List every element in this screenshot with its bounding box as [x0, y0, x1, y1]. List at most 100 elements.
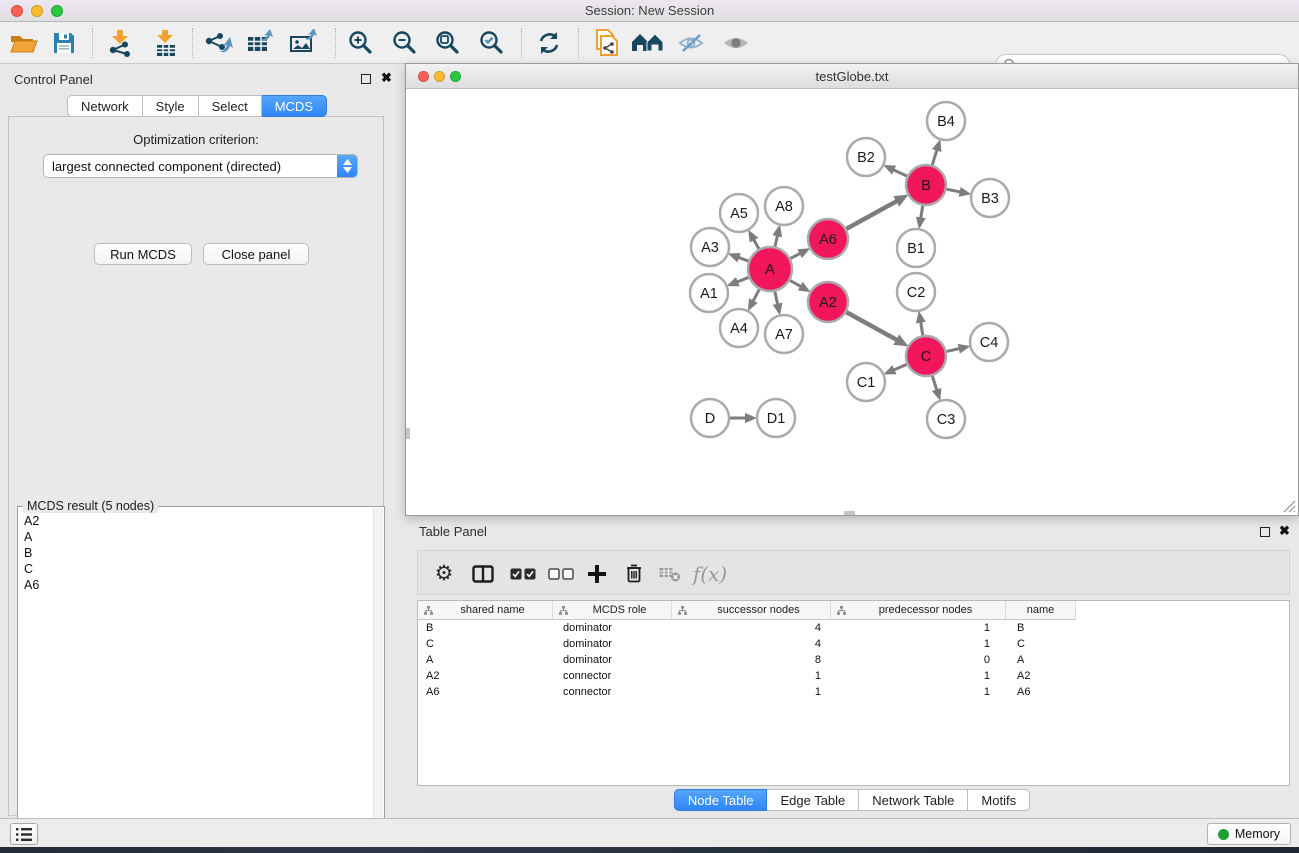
column-header-predecessor-nodes[interactable]: predecessor nodes: [831, 601, 1006, 620]
table-cell[interactable]: 4: [672, 636, 831, 652]
split-columns-icon[interactable]: [468, 551, 498, 596]
export-table-icon[interactable]: [243, 27, 279, 59]
network-canvas[interactable]: AA1A2A3A4A5A6A7A8BB1B2B3B4CC1C2C3C4DD1: [406, 89, 1298, 515]
import-network-icon[interactable]: [103, 27, 139, 59]
table-cell[interactable]: 1: [831, 668, 1006, 684]
table-cell[interactable]: A6: [1006, 684, 1076, 700]
graph-node-A3[interactable]: A3: [691, 228, 729, 266]
table-cell[interactable]: 8: [672, 652, 831, 668]
tab-mcds[interactable]: MCDS: [262, 95, 327, 117]
table-cell[interactable]: dominator: [553, 652, 672, 668]
graph-node-C3[interactable]: C3: [927, 400, 965, 438]
table-cell[interactable]: 1: [672, 684, 831, 700]
horizontal-scroll-thumb[interactable]: [844, 511, 855, 515]
table-cell[interactable]: A: [1006, 652, 1076, 668]
zoom-selected-icon[interactable]: [474, 27, 510, 59]
homes-icon[interactable]: [630, 27, 666, 59]
tab-network[interactable]: Network: [67, 95, 143, 117]
edge-C-C3[interactable]: [932, 376, 937, 390]
show-all-icon[interactable]: [718, 27, 754, 59]
graph-node-B4[interactable]: B4: [927, 102, 965, 140]
table-cell[interactable]: A2: [1006, 668, 1076, 684]
resize-grip-icon[interactable]: [1283, 500, 1296, 513]
table-cell[interactable]: connector: [553, 684, 672, 700]
edge-C-C2[interactable]: [921, 322, 923, 336]
table-row[interactable]: A6connector11A6: [418, 684, 1289, 700]
graph-node-C4[interactable]: C4: [970, 323, 1008, 361]
graph-node-B[interactable]: B: [906, 165, 946, 205]
edge-B-B3[interactable]: [947, 189, 961, 192]
close-panel-button[interactable]: Close panel: [203, 243, 309, 265]
edge-B-B4[interactable]: [932, 150, 937, 165]
delete-table-icon[interactable]: [655, 551, 685, 596]
add-column-icon[interactable]: [582, 551, 612, 596]
table-row[interactable]: Bdominator41B: [418, 620, 1289, 636]
edge-A-A8[interactable]: [775, 235, 778, 246]
table-cell[interactable]: C: [418, 636, 553, 652]
graph-node-D[interactable]: D: [691, 399, 729, 437]
close-table-panel-icon[interactable]: ✖: [1279, 526, 1290, 536]
float-table-panel-icon[interactable]: [1260, 527, 1270, 537]
edge-B-B2[interactable]: [893, 170, 907, 176]
mcds-result-item[interactable]: A2: [20, 513, 372, 529]
edge-A6-B[interactable]: [846, 201, 897, 229]
edge-A2-C[interactable]: [846, 312, 897, 340]
graph-node-B2[interactable]: B2: [847, 138, 885, 176]
edge-A-A3[interactable]: [738, 257, 748, 261]
table-cell[interactable]: dominator: [553, 620, 672, 636]
graph-node-C[interactable]: C: [906, 336, 946, 376]
table-cell[interactable]: B: [418, 620, 553, 636]
tab-node-table[interactable]: Node Table: [674, 789, 768, 811]
table-cell[interactable]: A2: [418, 668, 553, 684]
mcds-list-scrollbar[interactable]: [373, 508, 383, 851]
table-cell[interactable]: 1: [831, 620, 1006, 636]
graph-node-C1[interactable]: C1: [847, 363, 885, 401]
export-network-icon[interactable]: [201, 27, 237, 59]
mcds-result-item[interactable]: B: [20, 545, 372, 561]
edge-A-A4[interactable]: [753, 289, 759, 301]
graph-node-D1[interactable]: D1: [757, 399, 795, 437]
column-header-MCDS-role[interactable]: MCDS role: [553, 601, 672, 620]
export-image-icon[interactable]: [286, 27, 322, 59]
open-file-icon[interactable]: [6, 27, 42, 59]
table-cell[interactable]: dominator: [553, 636, 672, 652]
edge-A-A5[interactable]: [754, 239, 759, 249]
graph-node-A8[interactable]: A8: [765, 187, 803, 225]
mcds-result-item[interactable]: C: [20, 561, 372, 577]
delete-column-icon[interactable]: [620, 551, 648, 596]
graph-node-A2[interactable]: A2: [808, 282, 848, 322]
tab-edge-table[interactable]: Edge Table: [767, 789, 859, 811]
duplicate-network-icon[interactable]: [589, 27, 625, 59]
hide-selected-icon[interactable]: [673, 27, 709, 59]
graph-node-A[interactable]: A: [748, 247, 792, 291]
optimization-criterion-select[interactable]: largest connected component (directed): [43, 154, 358, 178]
mcds-result-item[interactable]: A: [20, 529, 372, 545]
table-cell[interactable]: 4: [672, 620, 831, 636]
tab-motifs[interactable]: Motifs: [968, 789, 1030, 811]
column-header-successor-nodes[interactable]: successor nodes: [672, 601, 831, 620]
table-cell[interactable]: 0: [831, 652, 1006, 668]
graph-node-A6[interactable]: A6: [808, 219, 848, 259]
memory-button[interactable]: Memory: [1207, 823, 1291, 845]
table-settings-icon[interactable]: ⚙: [430, 551, 458, 596]
tab-style[interactable]: Style: [143, 95, 199, 117]
edge-A-A7[interactable]: [775, 291, 778, 304]
save-session-icon[interactable]: [46, 27, 82, 59]
graph-node-A4[interactable]: A4: [720, 309, 758, 347]
table-cell[interactable]: 1: [831, 684, 1006, 700]
select-all-checkboxes-icon[interactable]: [506, 551, 540, 596]
task-history-button[interactable]: [10, 823, 38, 845]
zoom-fit-icon[interactable]: [430, 27, 466, 59]
table-row[interactable]: A2connector11A2: [418, 668, 1289, 684]
float-panel-icon[interactable]: [361, 74, 371, 84]
edge-A-A2[interactable]: [790, 280, 801, 286]
column-header-name[interactable]: name: [1006, 601, 1076, 620]
graph-node-B1[interactable]: B1: [897, 229, 935, 267]
graph-node-A7[interactable]: A7: [765, 315, 803, 353]
run-mcds-button[interactable]: Run MCDS: [94, 243, 192, 265]
table-cell[interactable]: connector: [553, 668, 672, 684]
mcds-result-item[interactable]: A6: [20, 577, 372, 593]
function-builder-icon[interactable]: f(x): [690, 551, 730, 596]
table-row[interactable]: Adominator80A: [418, 652, 1289, 668]
graph-node-B3[interactable]: B3: [971, 179, 1009, 217]
